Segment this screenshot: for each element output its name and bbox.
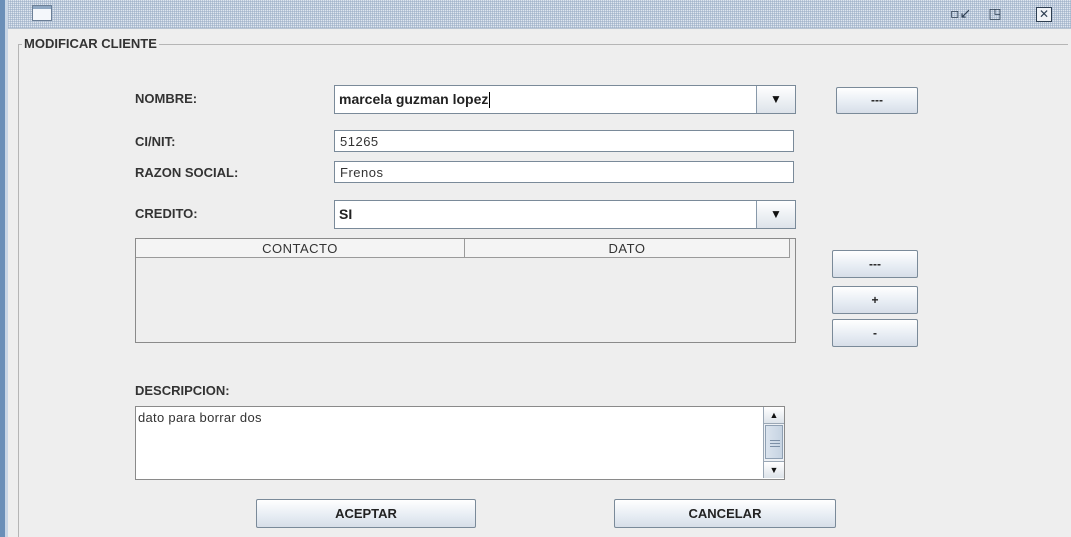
contact-remove-button[interactable]: - bbox=[832, 319, 918, 347]
nombre-browse-button[interactable]: --- bbox=[836, 87, 918, 114]
nombre-combobox-value[interactable]: marcela guzman lopez bbox=[339, 91, 491, 109]
nombre-combobox[interactable]: marcela guzman lopez ▼ bbox=[334, 85, 796, 114]
window: ▫↙ ◳ ✕ MODIFICAR CLIENTE NOMBRE: marcela… bbox=[0, 0, 1071, 537]
descripcion-textarea[interactable]: dato para borrar dos bbox=[135, 406, 785, 480]
maximize-icon[interactable]: ◳ bbox=[986, 6, 1004, 22]
group-title: MODIFICAR CLIENTE bbox=[22, 36, 159, 51]
chevron-down-icon[interactable]: ▼ bbox=[756, 201, 795, 228]
minimize-icon[interactable]: ▫↙ bbox=[950, 6, 971, 22]
razon-social-value[interactable]: Frenos bbox=[340, 165, 383, 180]
ci-nit-field[interactable]: 51265 bbox=[334, 130, 794, 152]
window-app-icon bbox=[32, 5, 52, 21]
razon-social-field[interactable]: Frenos bbox=[334, 161, 794, 183]
scroll-grip bbox=[770, 443, 780, 444]
descripcion-label: DESCRIPCION: bbox=[135, 383, 230, 398]
razon-social-label: RAZON SOCIAL: bbox=[135, 165, 239, 180]
column-header-contacto[interactable]: CONTACTO bbox=[136, 239, 465, 258]
scroll-grip bbox=[770, 446, 780, 447]
chevron-down-icon[interactable]: ▼ bbox=[756, 86, 795, 113]
ci-nit-value[interactable]: 51265 bbox=[340, 134, 379, 149]
title-bar[interactable]: ▫↙ ◳ ✕ bbox=[8, 0, 1071, 29]
contact-add-button[interactable]: + bbox=[832, 286, 918, 314]
scroll-up-icon[interactable]: ▲ bbox=[764, 407, 784, 424]
ci-nit-label: CI/NIT: bbox=[135, 134, 176, 149]
descripcion-scrollbar[interactable]: ▲ ▼ bbox=[763, 407, 784, 478]
text-caret bbox=[489, 92, 491, 109]
credito-combobox-value[interactable]: SI bbox=[339, 206, 352, 222]
scroll-down-icon[interactable]: ▼ bbox=[764, 461, 784, 478]
column-header-dato[interactable]: DATO bbox=[465, 239, 790, 258]
scroll-thumb[interactable] bbox=[765, 425, 783, 459]
contact-table[interactable]: CONTACTO DATO bbox=[135, 238, 796, 343]
credito-combobox[interactable]: SI ▼ bbox=[334, 200, 796, 229]
scroll-grip bbox=[770, 440, 780, 441]
credito-label: CREDITO: bbox=[135, 206, 198, 221]
accept-button[interactable]: ACEPTAR bbox=[256, 499, 476, 528]
close-icon[interactable]: ✕ bbox=[1036, 7, 1052, 22]
nombre-label: NOMBRE: bbox=[135, 91, 198, 106]
descripcion-value[interactable]: dato para borrar dos bbox=[138, 410, 262, 425]
window-left-border-inner bbox=[5, 0, 8, 537]
contact-edit-button[interactable]: --- bbox=[832, 250, 918, 278]
cancel-button[interactable]: CANCELAR bbox=[614, 499, 836, 528]
